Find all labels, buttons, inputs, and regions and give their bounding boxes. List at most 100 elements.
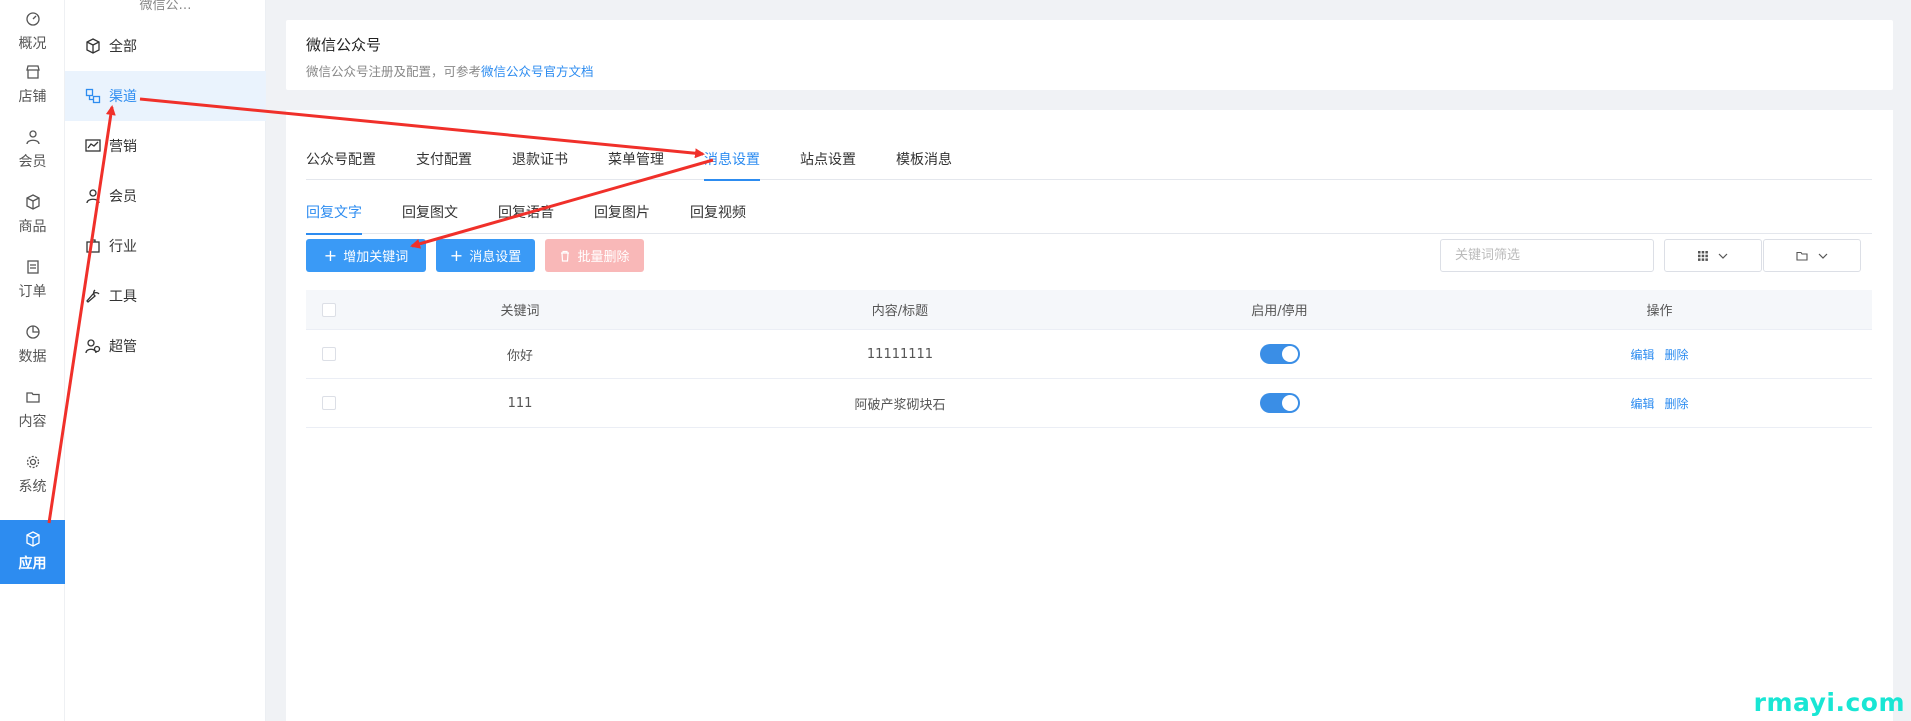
reply-type-tabs: 回复文字 回复图文 回复语音 回复图片 回复视频 — [306, 192, 1872, 235]
enable-switch[interactable] — [1259, 393, 1300, 413]
cube-outline-icon — [86, 38, 100, 54]
plus-icon: + — [323, 245, 338, 265]
cell-ops: 编辑 删除 — [1447, 395, 1872, 412]
user-icon — [25, 130, 40, 145]
header-content: 内容/标题 — [871, 304, 929, 319]
wrench-icon — [86, 289, 100, 303]
tab-message-settings[interactable]: 消息设置 — [704, 140, 760, 181]
sub-item-marketing[interactable]: 营销 — [65, 121, 266, 171]
row-checkbox[interactable] — [322, 347, 336, 361]
header-status: 启用/停用 — [1251, 304, 1308, 319]
row-select-cell — [306, 396, 352, 410]
delete-link[interactable]: 删除 — [1665, 346, 1689, 363]
industry-icon — [86, 239, 100, 253]
table-row: 111 阿破产浆砌块石 编辑 删除 — [306, 379, 1872, 428]
folder-icon — [1796, 251, 1808, 261]
row-select-cell — [306, 347, 352, 361]
add-keyword-label: 增加关键词 — [343, 250, 409, 265]
sub-item-all[interactable]: 全部 — [65, 21, 266, 71]
keyword-filter-input[interactable] — [1440, 239, 1654, 272]
cell-ops: 编辑 删除 — [1447, 346, 1872, 363]
tab-payment-config[interactable]: 支付配置 — [416, 140, 472, 180]
subtab-reply-image[interactable]: 回复图片 — [594, 192, 650, 234]
submenu-title: 微信公… — [139, 0, 192, 13]
rail-item-orders[interactable]: 订单 — [0, 248, 65, 312]
edit-link[interactable]: 编辑 — [1630, 395, 1654, 412]
sub-item-label: 行业 — [109, 239, 137, 255]
table-row: 你好 11111111 编辑 删除 — [306, 330, 1872, 379]
tab-menu-manage[interactable]: 菜单管理 — [608, 140, 664, 180]
channel-icon — [85, 88, 101, 104]
rail-item-data[interactable]: 数据 — [0, 313, 65, 377]
batch-delete-label: 批量删除 — [577, 250, 630, 265]
rail-item-apps[interactable]: 应用 — [0, 520, 65, 584]
chevron-down-icon — [1718, 253, 1728, 259]
official-doc-link[interactable]: 微信公众号官方文档 — [481, 64, 594, 79]
sub-item-label: 全部 — [109, 39, 137, 55]
sub-item-industry[interactable]: 行业 — [65, 221, 266, 271]
rail-item-label: 系统 — [18, 479, 47, 495]
delete-link[interactable]: 删除 — [1665, 395, 1689, 412]
row-checkbox[interactable] — [322, 396, 336, 410]
subtab-reply-video[interactable]: 回复视频 — [690, 192, 746, 234]
cell-content: 11111111 — [866, 346, 934, 362]
column-toggle-button[interactable] — [1664, 239, 1762, 272]
marketing-chart-icon — [85, 139, 101, 152]
main-panel: 公众号配置 支付配置 退款证书 菜单管理 消息设置 站点设置 模板消息 回复文字… — [286, 110, 1893, 721]
chevron-down-icon — [1818, 253, 1828, 259]
select-all-checkbox[interactable] — [322, 302, 336, 317]
rail-item-shop[interactable]: 店铺 — [0, 53, 65, 117]
trash-icon — [561, 250, 570, 262]
batch-delete-button[interactable]: 批量删除 — [545, 239, 644, 272]
subtab-reply-text[interactable]: 回复文字 — [306, 192, 362, 235]
cell-status — [1112, 393, 1447, 413]
sub-item-tools[interactable]: 工具 — [65, 271, 266, 321]
dashboard-icon — [25, 12, 40, 26]
rail-item-system[interactable]: 系统 — [0, 443, 65, 507]
rail-item-label: 数据 — [18, 349, 47, 365]
cube-icon — [25, 531, 40, 547]
rail-item-label: 店铺 — [18, 89, 47, 105]
admin-user-icon — [85, 339, 101, 354]
rail-item-members[interactable]: 会员 — [0, 118, 65, 182]
rail-item-label: 订单 — [18, 284, 47, 300]
edit-link[interactable]: 编辑 — [1630, 346, 1654, 363]
plus-icon: + — [449, 245, 464, 265]
page-header: 微信公众号 微信公众号注册及配置，可参考微信公众号官方文档 — [286, 20, 1893, 90]
config-tabs: 公众号配置 支付配置 退款证书 菜单管理 消息设置 站点设置 模板消息 — [306, 140, 1872, 181]
message-settings-button[interactable]: + 消息设置 — [436, 239, 535, 272]
sub-item-label: 渠道 — [109, 89, 137, 105]
sub-item-label: 营销 — [109, 139, 137, 155]
select-all-cell — [306, 302, 352, 317]
tab-refund-cert[interactable]: 退款证书 — [512, 140, 568, 180]
tab-account-config[interactable]: 公众号配置 — [306, 140, 376, 180]
sub-item-admin[interactable]: 超管 — [65, 321, 266, 371]
cell-keyword: 你好 — [506, 348, 533, 364]
sub-item-label: 会员 — [109, 189, 137, 205]
table-header: 关键词 内容/标题 启用/停用 操作 — [306, 290, 1872, 330]
rail-item-products[interactable]: 商品 — [0, 183, 65, 247]
rail-item-label: 应用 — [18, 556, 47, 572]
subtab-reply-news[interactable]: 回复图文 — [402, 192, 458, 234]
rail-item-label: 商品 — [18, 219, 47, 235]
cell-status — [1112, 344, 1447, 364]
sub-item-channel[interactable]: 渠道 — [65, 71, 266, 121]
enable-switch[interactable] — [1259, 344, 1300, 364]
export-button[interactable] — [1763, 239, 1861, 272]
add-keyword-button[interactable]: + 增加关键词 — [306, 239, 426, 272]
shop-icon — [25, 65, 40, 79]
tab-site-settings[interactable]: 站点设置 — [800, 140, 856, 180]
folder-icon — [25, 392, 40, 403]
rail-item-label: 内容 — [18, 414, 47, 430]
sub-item-label: 工具 — [109, 289, 137, 305]
watermark-logo: rmayi.com — [1753, 688, 1905, 717]
tab-template-messages[interactable]: 模板消息 — [896, 140, 952, 180]
rail-item-content[interactable]: 内容 — [0, 378, 65, 442]
sub-item-member[interactable]: 会员 — [65, 171, 266, 221]
subtab-reply-voice[interactable]: 回复语音 — [498, 192, 554, 234]
header-keyword: 关键词 — [500, 304, 540, 319]
page-description-text: 微信公众号注册及配置，可参考 — [306, 64, 482, 79]
page-title: 微信公众号 — [306, 36, 382, 54]
cell-content: 阿破产浆砌块石 — [854, 397, 946, 413]
grid-icon — [1698, 250, 1708, 261]
